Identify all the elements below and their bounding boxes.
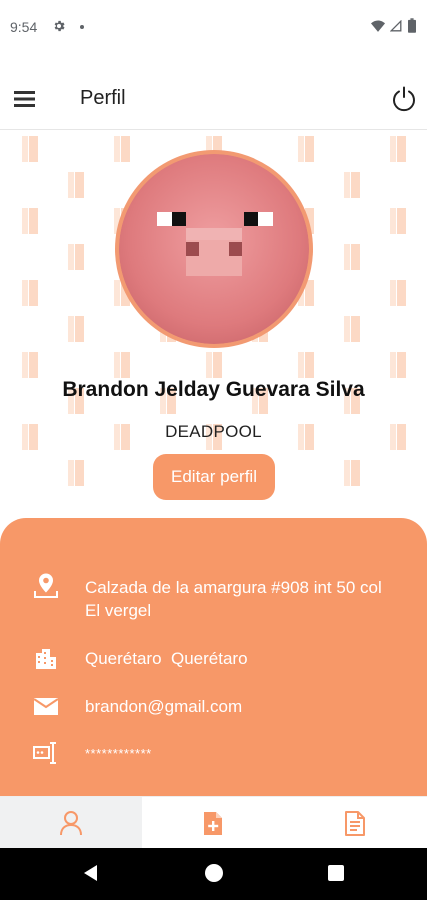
pattern-mark [344, 244, 360, 270]
wifi-icon [371, 20, 385, 32]
pattern-mark [22, 280, 38, 306]
email-text: brandon@gmail.com [85, 697, 243, 716]
document-icon [345, 811, 365, 836]
battery-icon [408, 18, 416, 33]
pig-face-avatar-icon [119, 154, 309, 344]
person-icon [60, 811, 82, 836]
pattern-mark [298, 136, 314, 162]
user-name: Brandon Jelday Guevara Silva [62, 378, 365, 401]
pattern-mark [114, 352, 130, 378]
pattern-mark [22, 352, 38, 378]
profile-header: Brandon Jelday Guevara Silva DEADPOOL Ed… [0, 131, 427, 521]
avatar [115, 150, 313, 348]
pattern-mark [298, 352, 314, 378]
tab-profile[interactable] [0, 797, 142, 849]
back-icon[interactable] [82, 864, 98, 882]
address-text: Calzada de la amargura #908 int 50 col E… [85, 578, 382, 620]
pattern-mark [206, 352, 222, 378]
building-icon [36, 649, 56, 669]
menu-icon[interactable] [14, 90, 36, 108]
pattern-mark [344, 460, 360, 486]
pattern-mark [390, 136, 406, 162]
edit-profile-button[interactable]: Editar perfil [153, 454, 275, 500]
app-bar: Perfil [0, 70, 427, 130]
pattern-mark [390, 208, 406, 234]
pattern-mark [390, 280, 406, 306]
recent-apps-icon[interactable] [328, 865, 344, 881]
signal-icon [390, 20, 402, 32]
pattern-mark [68, 244, 84, 270]
pattern-mark [390, 352, 406, 378]
pattern-mark [68, 460, 84, 486]
power-icon[interactable] [391, 86, 417, 112]
gear-icon [54, 20, 65, 32]
password-text: ************ [85, 746, 152, 761]
add-document-icon [204, 812, 222, 835]
tab-add-document[interactable] [142, 797, 284, 849]
mail-icon [33, 698, 59, 715]
profile-info-card: Calzada de la amargura #908 int 50 col E… [0, 518, 427, 818]
location-pin-icon [34, 573, 58, 598]
user-nickname: DEADPOOL [165, 422, 262, 441]
pattern-mark [68, 172, 84, 198]
status-time: 9:54 [10, 19, 38, 35]
status-bar: 9:54 [0, 0, 427, 56]
pattern-mark [22, 208, 38, 234]
bottom-navigation [0, 796, 427, 849]
home-icon[interactable] [205, 864, 223, 882]
city-text: Querétaro Querétaro [85, 649, 248, 668]
system-navigation-bar [0, 848, 427, 900]
pattern-mark [68, 316, 84, 342]
tab-documents[interactable] [284, 797, 426, 849]
pattern-mark [344, 172, 360, 198]
page-title: Perfil [80, 87, 126, 109]
password-icon [33, 742, 56, 764]
pattern-mark [22, 136, 38, 162]
pattern-mark [114, 136, 130, 162]
pattern-mark [344, 316, 360, 342]
notification-dot-icon [80, 25, 84, 29]
